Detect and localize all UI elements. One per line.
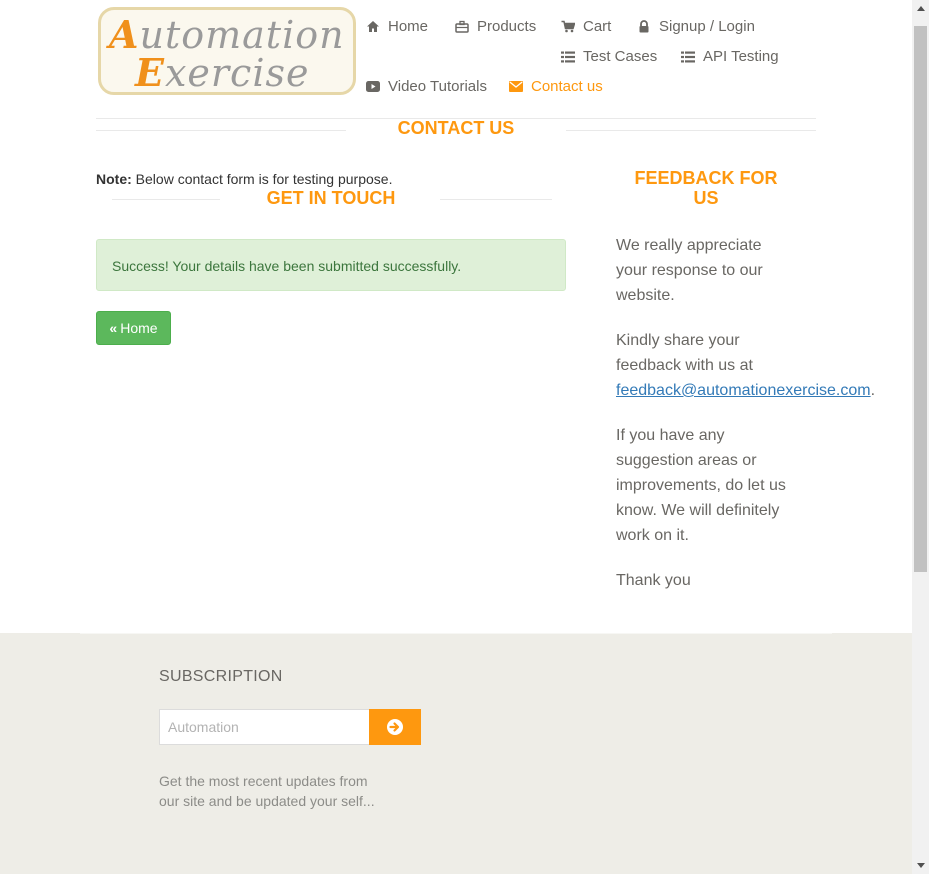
envelope-icon xyxy=(509,80,523,94)
double-chevron-left-icon: « xyxy=(109,320,118,336)
feedback-paragraph-2: Kindly share your feedback with us at fe… xyxy=(616,328,875,403)
contact-us-title: CONTACT US xyxy=(397,118,515,138)
nav-cart-label: Cart xyxy=(583,18,612,35)
feedback-paragraph-3: If you have any suggestion areas or impr… xyxy=(616,427,786,544)
title-line-left xyxy=(96,130,346,131)
success-alert: Success! Your details have been submitte… xyxy=(96,239,566,291)
note-label: Note: xyxy=(96,171,132,187)
nav-api-testing-label: API Testing xyxy=(703,48,779,65)
lock-icon xyxy=(637,20,651,34)
feedback-title-line-1: FEEDBACK FOR xyxy=(634,168,778,188)
subscription-email-input[interactable] xyxy=(159,709,370,745)
feedback-paragraph-2-text: Kindly share your feedback with us at xyxy=(616,332,753,374)
nav-cart[interactable]: Cart xyxy=(561,18,611,35)
nav-contact-us-label: Contact us xyxy=(531,78,603,95)
nav-video-tutorials[interactable]: Video Tutorials xyxy=(366,78,487,95)
feedback-paragraph-4: Thank you xyxy=(616,572,691,589)
testing-note: Note: Below contact form is for testing … xyxy=(96,171,392,187)
get-in-touch-line-right xyxy=(440,199,552,200)
feedback-email-link[interactable]: feedback@automationexercise.com xyxy=(616,382,871,399)
feedback-title-line-2: US xyxy=(693,188,719,208)
feedback-paragraph-2-end: . xyxy=(870,382,876,399)
nav-contact-us[interactable]: Contact us xyxy=(509,78,603,95)
nav-test-cases-label: Test Cases xyxy=(583,48,658,65)
nav-video-tutorials-label: Video Tutorials xyxy=(388,78,487,95)
arrow-circle-right-icon xyxy=(386,718,404,736)
logo-line-2: Exercise xyxy=(135,50,310,95)
cart-icon xyxy=(561,20,575,34)
youtube-play-icon xyxy=(366,80,380,94)
scroll-up-arrow-icon[interactable] xyxy=(912,0,929,17)
feedback-title: FEEDBACK FOR US xyxy=(616,168,796,208)
feedback-paragraph-1: We really appreciate your response to ou… xyxy=(616,237,763,304)
nav-api-testing[interactable]: API Testing xyxy=(681,48,779,65)
subscription-description: Get the most recent updates from our sit… xyxy=(159,773,375,809)
page: Automation Exercise Home Products Cart S… xyxy=(0,0,912,874)
success-message: Success! Your details have been submitte… xyxy=(112,258,462,274)
home-button-label: Home xyxy=(120,320,158,336)
nav-home-label: Home xyxy=(388,18,429,35)
home-icon xyxy=(366,20,380,34)
page-scrollbar[interactable] xyxy=(912,0,929,874)
note-text: Below contact form is for testing purpos… xyxy=(131,171,393,187)
nav-products[interactable]: Products xyxy=(455,18,536,35)
get-in-touch-title: GET IN TOUCH xyxy=(266,188,396,208)
nav-signup-login-label: Signup / Login xyxy=(659,18,755,35)
subscribe-button[interactable] xyxy=(369,709,421,745)
scrollbar-thumb[interactable] xyxy=(914,26,927,572)
site-logo[interactable]: Automation Exercise xyxy=(98,7,356,95)
get-in-touch-line-left xyxy=(112,199,220,200)
briefcase-icon xyxy=(455,20,469,34)
subscription-title: SUBSCRIPTION xyxy=(159,668,283,685)
title-line-right xyxy=(566,130,816,131)
nav-test-cases[interactable]: Test Cases xyxy=(561,48,657,65)
home-button[interactable]: « Home xyxy=(96,311,171,345)
list-icon xyxy=(561,50,575,64)
footer xyxy=(0,633,912,874)
nav-products-label: Products xyxy=(477,18,537,35)
scroll-down-arrow-icon[interactable] xyxy=(912,857,929,874)
nav-home[interactable]: Home xyxy=(366,18,428,35)
list-icon xyxy=(681,50,695,64)
nav-signup-login[interactable]: Signup / Login xyxy=(637,18,755,35)
footer-top-line xyxy=(80,633,832,634)
